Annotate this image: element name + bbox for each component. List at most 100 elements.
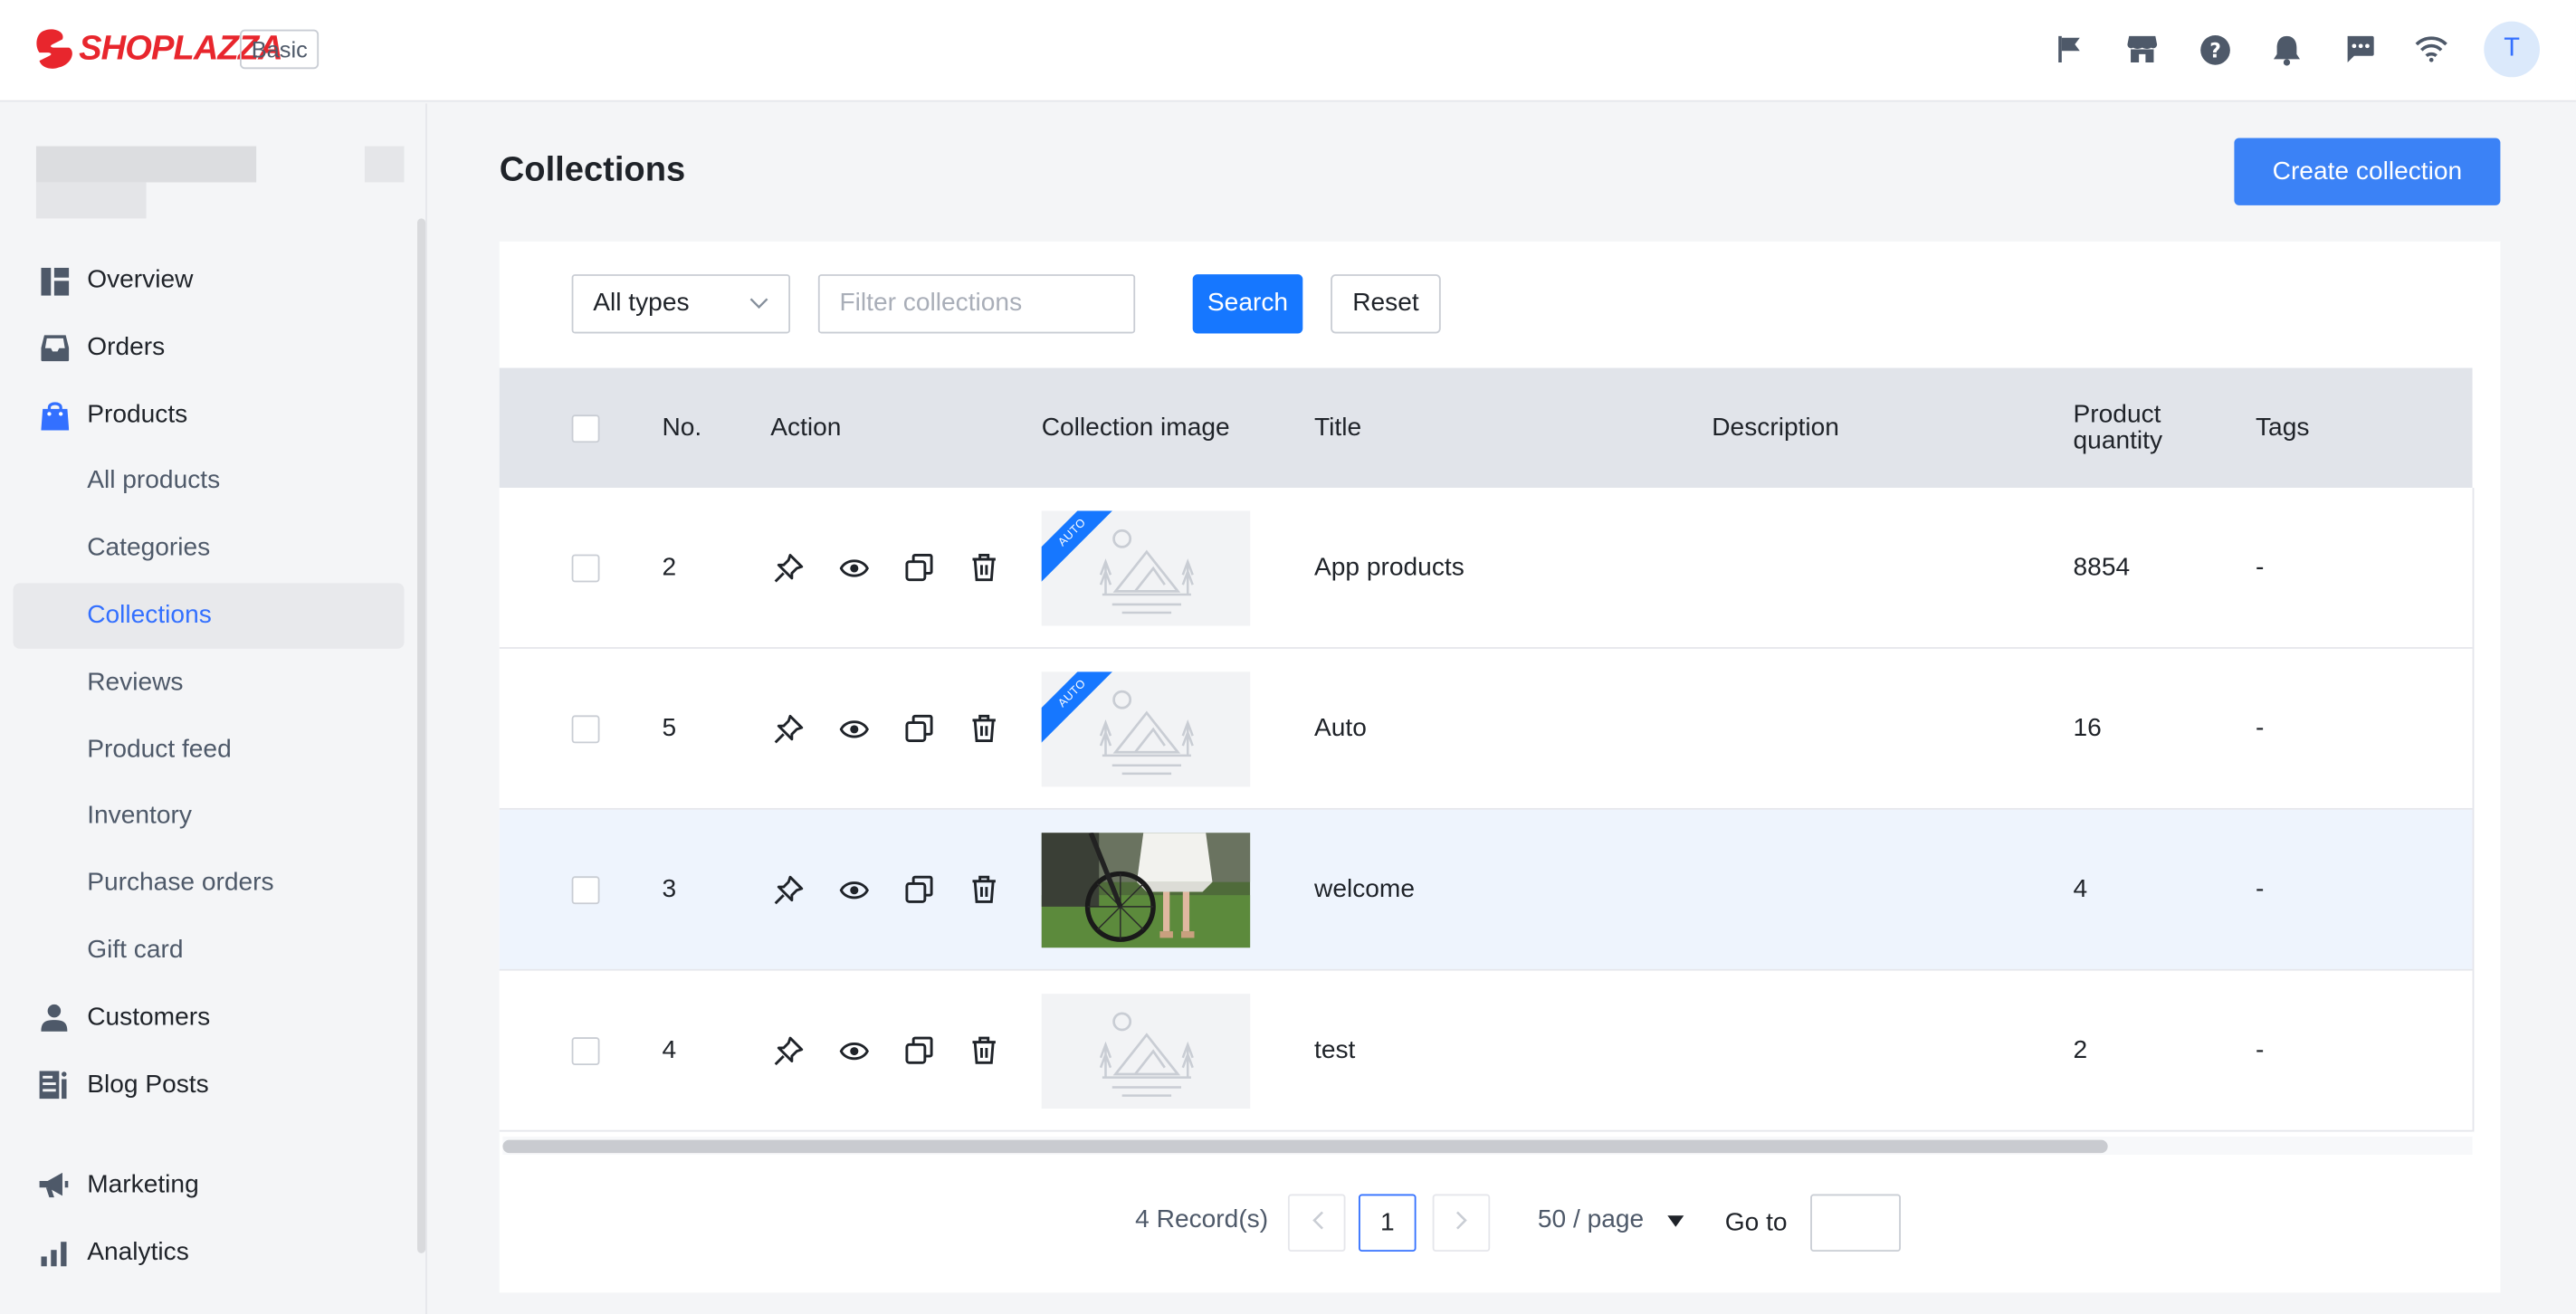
help-icon[interactable]: ? (2179, 20, 2251, 79)
create-collection-button[interactable]: Create collection (2234, 138, 2501, 205)
sidebar-item-inventory[interactable]: Inventory (14, 784, 405, 850)
page-size-value: 50 / page (1537, 1205, 1645, 1234)
row-title[interactable]: Auto (1314, 714, 1367, 744)
header-no: No. (662, 413, 702, 442)
trash-icon[interactable] (966, 871, 1002, 908)
table-row[interactable]: 2 AUTO App products 8854 - (499, 488, 2473, 649)
copy-icon[interactable] (901, 710, 937, 747)
eye-icon[interactable] (835, 710, 872, 747)
sidebar-item-blog-posts[interactable]: Blog Posts (14, 1052, 405, 1119)
row-title[interactable]: App products (1314, 553, 1465, 583)
horizontal-scrollbar[interactable] (502, 1139, 2108, 1154)
filter-bar: All types Search Reset (571, 274, 1441, 334)
page-size-select[interactable]: 50 / page (1538, 1205, 1684, 1235)
avatar[interactable]: T (2484, 21, 2540, 78)
header-description: Description (1712, 413, 1839, 442)
search-button[interactable]: Search (1192, 274, 1303, 334)
collections-card: All types Search Reset No. Action Collec… (499, 241, 2501, 1293)
trash-icon[interactable] (966, 1033, 1002, 1069)
row-tags: - (2255, 1035, 2265, 1064)
row-checkbox[interactable] (571, 553, 600, 582)
eye-icon[interactable] (835, 1033, 872, 1069)
collection-image-placeholder (1041, 993, 1251, 1109)
caret-down-icon (1666, 1205, 1684, 1235)
sidebar-item-purchase-orders[interactable]: Purchase orders (14, 851, 405, 917)
row-checkbox[interactable] (571, 875, 600, 904)
table-row[interactable]: 4 test 2 - (499, 970, 2473, 1132)
sidebar-item-all-products[interactable]: All products (14, 449, 405, 515)
sidebar-item-customers[interactable]: Customers (14, 986, 405, 1052)
select-all-checkbox[interactable] (571, 414, 600, 443)
sidebar-item-orders[interactable]: Orders (14, 315, 405, 381)
header-tags: Tags (2255, 413, 2310, 442)
filter-collections-input[interactable] (817, 274, 1136, 334)
pin-icon[interactable] (770, 871, 806, 908)
collections-table: No. Action Collection image Title Descri… (499, 367, 2473, 1132)
row-no: 2 (662, 552, 677, 581)
trash-icon[interactable] (966, 710, 1002, 747)
image-placeholder-icon (1099, 528, 1194, 614)
wifi-icon[interactable] (2395, 20, 2467, 79)
trash-icon[interactable] (966, 549, 1002, 586)
goto-page-input[interactable] (1810, 1194, 1901, 1252)
row-actions (770, 871, 1030, 908)
page-button-current[interactable]: 1 (1359, 1194, 1417, 1252)
sidebar-item-collections[interactable]: Collections (13, 583, 405, 649)
eye-icon[interactable] (835, 871, 872, 908)
prev-page-button[interactable] (1287, 1194, 1346, 1252)
sidebar-item-product-feed[interactable]: Product feed (14, 717, 405, 783)
flag-icon[interactable] (2034, 20, 2106, 79)
row-quantity: 16 (2073, 713, 2102, 742)
pagination: 4 Record(s) 1 50 / page Go to (500, 1194, 2501, 1261)
pin-icon[interactable] (770, 549, 806, 586)
sidebar-item-overview[interactable]: Overview (14, 248, 405, 314)
top-bar: SHOPLAZZA Basic ? T (0, 0, 2576, 102)
row-tags: - (2255, 874, 2265, 903)
copy-icon[interactable] (901, 871, 937, 908)
bell-icon[interactable] (2251, 20, 2323, 79)
sidebar-item-gift-card[interactable]: Gift card (14, 919, 405, 985)
row-checkbox[interactable] (571, 1036, 600, 1065)
person-icon (38, 1002, 71, 1034)
row-title[interactable]: test (1314, 1035, 1355, 1065)
pin-icon[interactable] (770, 1033, 806, 1069)
svg-text:?: ? (2209, 40, 2220, 62)
pin-icon[interactable] (770, 710, 806, 747)
header-quantity-line1: Product (2073, 399, 2161, 428)
row-actions (770, 1033, 1030, 1069)
overview-icon (38, 264, 71, 297)
type-select[interactable]: All types (571, 274, 791, 334)
header-product-quantity: Product quantity (2073, 399, 2163, 454)
image-placeholder-icon (1099, 689, 1194, 775)
copy-icon[interactable] (901, 1033, 937, 1069)
table-row[interactable]: 5 AUTO Auto 16 - (499, 648, 2473, 810)
sidebar-item-reviews[interactable]: Reviews (14, 650, 405, 716)
sidebar-item-categories[interactable]: Categories (14, 516, 405, 582)
sidebar-item-products[interactable]: Products (14, 382, 405, 448)
store-icon[interactable] (2106, 20, 2179, 79)
bicycle-photo (1041, 832, 1251, 947)
sidebar-item-label: Analytics (87, 1238, 189, 1267)
sidebar-scrollbar[interactable] (417, 218, 426, 1253)
row-checkbox[interactable] (571, 714, 600, 743)
chevron-left-icon (1310, 1208, 1323, 1238)
sidebar-nav: Overview Orders Products All products Ca… (13, 248, 405, 1288)
table-row[interactable]: 3 welcome 4 - (499, 809, 2473, 971)
copy-icon[interactable] (901, 549, 937, 586)
megaphone-icon (38, 1170, 71, 1203)
chat-icon[interactable] (2323, 20, 2395, 79)
eye-icon[interactable] (835, 549, 872, 586)
collection-image-photo (1041, 832, 1251, 947)
sidebar-item-marketing[interactable]: Marketing (14, 1154, 405, 1220)
row-actions (770, 710, 1030, 747)
next-page-button[interactable] (1432, 1194, 1491, 1252)
record-count: 4 Record(s) (1135, 1205, 1269, 1234)
sidebar-item-label: Products (87, 400, 188, 428)
reset-button[interactable]: Reset (1331, 274, 1441, 334)
goto-label: Go to (1724, 1208, 1788, 1237)
sidebar-item-analytics[interactable]: Analytics (14, 1221, 405, 1287)
row-quantity: 2 (2073, 1035, 2088, 1064)
type-select-value: All types (593, 289, 690, 318)
row-title[interactable]: welcome (1314, 874, 1415, 904)
row-actions (770, 549, 1030, 586)
